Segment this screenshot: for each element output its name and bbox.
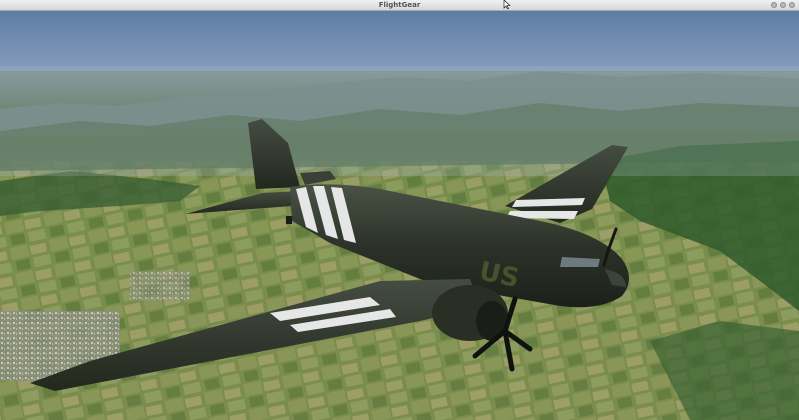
- maximize-icon[interactable]: [780, 2, 786, 8]
- window-controls: [771, 2, 795, 8]
- flightgear-window: FlightGear US: [0, 0, 799, 420]
- minimize-icon[interactable]: [771, 2, 777, 8]
- window-title: FlightGear: [378, 1, 421, 9]
- close-icon[interactable]: [789, 2, 795, 8]
- scene-render: US: [0, 11, 799, 420]
- tail-wheel: [286, 216, 292, 224]
- mouse-pointer-icon: [503, 0, 511, 10]
- atmospheric-haze: [0, 66, 799, 176]
- town-mid: [130, 271, 190, 301]
- window-titlebar[interactable]: FlightGear: [0, 0, 799, 11]
- 3d-viewport[interactable]: US: [0, 11, 799, 420]
